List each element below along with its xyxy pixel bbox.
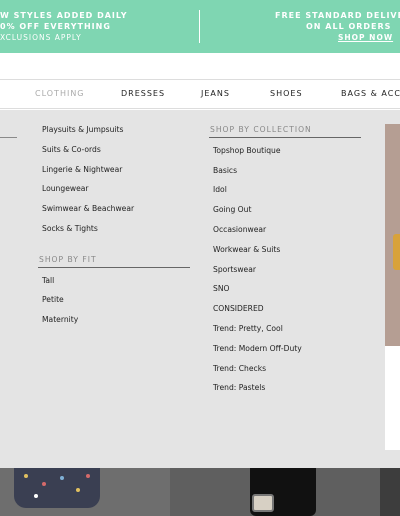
- nav-item-bags-accessories[interactable]: BAGS & ACCES: [341, 89, 400, 98]
- menu-link-trend-checks[interactable]: Trend: Checks: [213, 364, 266, 373]
- promo-exclusions-text: XCLUSIONS APPLY: [0, 33, 82, 42]
- shop-by-collection-heading: SHOP BY COLLECTION: [210, 125, 312, 134]
- menu-link-basics[interactable]: Basics: [213, 166, 237, 175]
- menu-link-loungewear[interactable]: Loungewear: [42, 184, 89, 193]
- menu-link-topshop-boutique[interactable]: Topshop Boutique: [213, 146, 281, 155]
- menu-link-sno[interactable]: SNO: [213, 284, 229, 293]
- floral-pattern-dot: [86, 474, 90, 478]
- menu-link-maternity[interactable]: Maternity: [42, 315, 78, 324]
- menu-link-occasionwear[interactable]: Occasionwear: [213, 225, 266, 234]
- menu-link-trend-pastels[interactable]: Trend: Pastels: [213, 383, 265, 392]
- menu-link-idol[interactable]: Idol: [213, 185, 227, 194]
- menu-link-trend-modern-off-duty[interactable]: Trend: Modern Off-Duty: [213, 344, 302, 353]
- shop-by-fit-heading: SHOP BY FIT: [39, 255, 97, 264]
- menu-promo-image[interactable]: [385, 124, 400, 450]
- floral-pattern-dot: [42, 482, 46, 486]
- promo-divider: [199, 10, 200, 43]
- menu-link-workwear-suits[interactable]: Workwear & Suits: [213, 245, 280, 254]
- collection-heading-rule: [209, 137, 361, 138]
- floral-pattern-dot: [60, 476, 64, 480]
- menu-link-considered[interactable]: CONSIDERED: [213, 304, 264, 313]
- floral-pattern-dot: [34, 494, 38, 498]
- clothing-mega-menu: Playsuits & Jumpsuits Suits & Co-ords Li…: [0, 110, 400, 468]
- nav-item-jeans[interactable]: JEANS: [201, 89, 230, 98]
- background-product-images: [0, 468, 400, 516]
- menu-link-tall[interactable]: Tall: [42, 276, 54, 285]
- shop-now-link[interactable]: SHOP NOW: [338, 31, 393, 44]
- photo-accessory-detail: [393, 234, 400, 270]
- nav-item-clothing[interactable]: CLOTHING: [35, 89, 85, 98]
- floral-skirt-photo: [14, 468, 100, 508]
- nav-item-shoes[interactable]: SHOES: [270, 89, 303, 98]
- menu-link-sportswear[interactable]: Sportswear: [213, 265, 256, 274]
- handbag-photo: [252, 494, 274, 512]
- menu-link-swimwear[interactable]: Swimwear & Beachwear: [42, 204, 134, 213]
- product-image-edge[interactable]: [380, 468, 400, 516]
- menu-link-petite[interactable]: Petite: [42, 295, 64, 304]
- fit-heading-rule: [38, 267, 190, 268]
- menu-link-socks-tights[interactable]: Socks & Tights: [42, 224, 98, 233]
- promo-banner: W STYLES ADDED DAILY 0% OFF EVERYTHING X…: [0, 0, 400, 53]
- main-nav: CLOTHING DRESSES JEANS SHOES BAGS & ACCE…: [0, 79, 400, 109]
- menu-link-suits-coords[interactable]: Suits & Co-ords: [42, 145, 101, 154]
- floral-pattern-dot: [24, 474, 28, 478]
- menu-link-going-out[interactable]: Going Out: [213, 205, 251, 214]
- menu-link-lingerie[interactable]: Lingerie & Nightwear: [42, 165, 122, 174]
- nav-item-dresses[interactable]: DRESSES: [121, 89, 165, 98]
- column-divider: [0, 137, 17, 138]
- floral-pattern-dot: [76, 488, 80, 492]
- menu-link-playsuits[interactable]: Playsuits & Jumpsuits: [42, 125, 123, 134]
- menu-link-trend-pretty-cool[interactable]: Trend: Pretty, Cool: [213, 324, 283, 333]
